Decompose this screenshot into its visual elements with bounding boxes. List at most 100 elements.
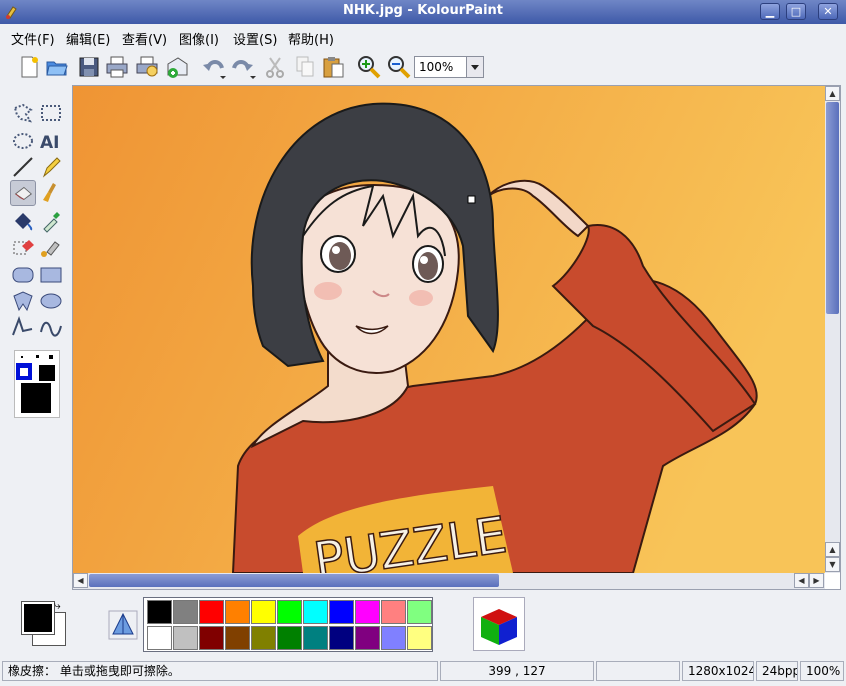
text-tool-icon[interactable]: AI: [38, 128, 64, 154]
palette-swatch[interactable]: [251, 600, 276, 624]
menu-view[interactable]: 查看(V): [122, 29, 167, 48]
open-icon[interactable]: [44, 54, 70, 80]
option-size-1[interactable]: [17, 353, 57, 361]
palette-swatch[interactable]: [173, 600, 198, 624]
ellipse-select-icon[interactable]: [10, 128, 36, 154]
menu-image[interactable]: 图像(I): [179, 29, 219, 48]
tool-box: AI: [6, 92, 66, 422]
scroll-left2-button[interactable]: ◀: [794, 573, 809, 588]
free-select-icon[interactable]: [10, 100, 36, 126]
scroll-right-button[interactable]: ▶: [809, 573, 824, 588]
eraser-tool-icon[interactable]: [10, 180, 36, 206]
palette-swatch[interactable]: [225, 600, 250, 624]
status-bar: 橡皮擦： 单击或拖曳即可擦除。 399 , 127 1280x1024 24bp…: [0, 660, 846, 684]
palette-swatch[interactable]: [329, 600, 354, 624]
menu-settings[interactable]: 设置(S): [233, 29, 277, 48]
palette-swatch[interactable]: [199, 600, 224, 624]
save-icon[interactable]: [76, 54, 102, 80]
menu-help[interactable]: 帮助(H): [288, 29, 334, 48]
minimize-button[interactable]: ▁: [760, 3, 780, 20]
status-coords: 399 , 127: [440, 661, 594, 681]
palette-swatch[interactable]: [173, 626, 198, 650]
color-eraser-icon[interactable]: [10, 234, 36, 260]
palette-swatch[interactable]: [355, 626, 380, 650]
pen-tool-icon[interactable]: [38, 154, 64, 180]
vertical-scroll-thumb[interactable]: [826, 102, 839, 314]
foreground-color-swatch[interactable]: [21, 601, 55, 635]
color-picker-icon[interactable]: [38, 208, 64, 234]
scroll-left-button[interactable]: ◀: [73, 573, 88, 588]
menu-bar: 文件(F) 编辑(E) 查看(V) 图像(I) 设置(S) 帮助(H): [0, 26, 846, 48]
maximize-button[interactable]: □: [786, 3, 806, 20]
flood-fill-icon[interactable]: [10, 208, 36, 234]
option-size-3[interactable]: [39, 365, 55, 381]
status-selection: [596, 661, 680, 681]
new-icon[interactable]: [16, 54, 42, 80]
scroll-up-button[interactable]: ▲: [825, 86, 840, 101]
palette-swatch[interactable]: [303, 626, 328, 650]
scroll-down-up-button[interactable]: ▲: [825, 542, 840, 557]
zoom-select[interactable]: 100%: [414, 56, 484, 78]
tool-options: [14, 350, 60, 418]
rounded-rect-icon[interactable]: [10, 262, 36, 288]
palette-swatch[interactable]: [147, 626, 172, 650]
horizontal-scroll-thumb[interactable]: [89, 574, 499, 587]
color-box: ⤷: [18, 598, 70, 650]
copy-icon[interactable]: [292, 54, 318, 80]
image-canvas[interactable]: PUZZLE: [73, 86, 825, 573]
color-palette: [143, 597, 433, 652]
status-dimensions: 1280x1024: [682, 661, 754, 681]
horizontal-scrollbar[interactable]: ◀ ◀ ▶: [73, 573, 825, 589]
palette-swatch[interactable]: [355, 600, 380, 624]
scroll-down-button[interactable]: ▼: [825, 557, 840, 572]
undo-icon[interactable]: [200, 54, 226, 80]
line-tool-icon[interactable]: [10, 154, 36, 180]
chevron-down-icon[interactable]: [466, 57, 483, 77]
kolourpaint-window: NHK.jpg - KolourPaint ▁ □ ✕ 文件(F) 编辑(E) …: [0, 0, 846, 686]
menu-file[interactable]: 文件(F): [11, 29, 55, 48]
zoom-select-value: 100%: [419, 60, 454, 74]
palette-swatch[interactable]: [251, 626, 276, 650]
rect-select-icon[interactable]: [38, 100, 64, 126]
curve-icon[interactable]: [38, 314, 64, 340]
menu-edit[interactable]: 编辑(E): [66, 29, 110, 48]
status-message: 橡皮擦： 单击或拖曳即可擦除。: [2, 661, 438, 681]
airbrush-icon[interactable]: [38, 234, 64, 260]
palette-swatch[interactable]: [303, 600, 328, 624]
palette-swatch[interactable]: [381, 626, 406, 650]
palette-swatch[interactable]: [277, 626, 302, 650]
palette-swatch[interactable]: [277, 600, 302, 624]
svg-text:AI: AI: [40, 133, 59, 153]
palette-swatch[interactable]: [407, 600, 432, 624]
window-title: NHK.jpg - KolourPaint: [343, 3, 503, 18]
ellipse-icon[interactable]: [38, 288, 64, 314]
polygon-icon[interactable]: [10, 288, 36, 314]
title-bar: NHK.jpg - KolourPaint ▁ □ ✕: [0, 0, 846, 24]
zoom-out-icon[interactable]: [386, 54, 412, 80]
swap-colors-icon[interactable]: ⤷: [54, 598, 61, 613]
paste-icon[interactable]: [320, 54, 346, 80]
brush-tool-icon[interactable]: [38, 180, 64, 206]
polyline-icon[interactable]: [10, 314, 36, 340]
anime-girl-image: PUZZLE: [73, 86, 825, 573]
print-preview-icon[interactable]: [134, 54, 160, 80]
cut-icon[interactable]: [262, 54, 288, 80]
palette-swatch[interactable]: [381, 600, 406, 624]
vertical-scrollbar[interactable]: ▲ ▲ ▼: [825, 86, 840, 573]
status-depth: 24bpp: [756, 661, 798, 681]
option-size-4[interactable]: [21, 383, 51, 413]
palette-swatch[interactable]: [225, 626, 250, 650]
print-icon[interactable]: [104, 54, 130, 80]
color-similarity-icon[interactable]: [108, 610, 138, 640]
palette-swatch[interactable]: [199, 626, 224, 650]
palette-swatch[interactable]: [329, 626, 354, 650]
zoom-in-icon[interactable]: [356, 54, 382, 80]
rectangle-icon[interactable]: [38, 262, 64, 288]
option-size-2[interactable]: [16, 363, 32, 380]
color-cube-icon[interactable]: [473, 597, 525, 651]
redo-icon[interactable]: [230, 54, 256, 80]
palette-swatch[interactable]: [147, 600, 172, 624]
mail-icon[interactable]: [164, 54, 190, 80]
close-button[interactable]: ✕: [818, 3, 838, 20]
palette-swatch[interactable]: [407, 626, 432, 650]
